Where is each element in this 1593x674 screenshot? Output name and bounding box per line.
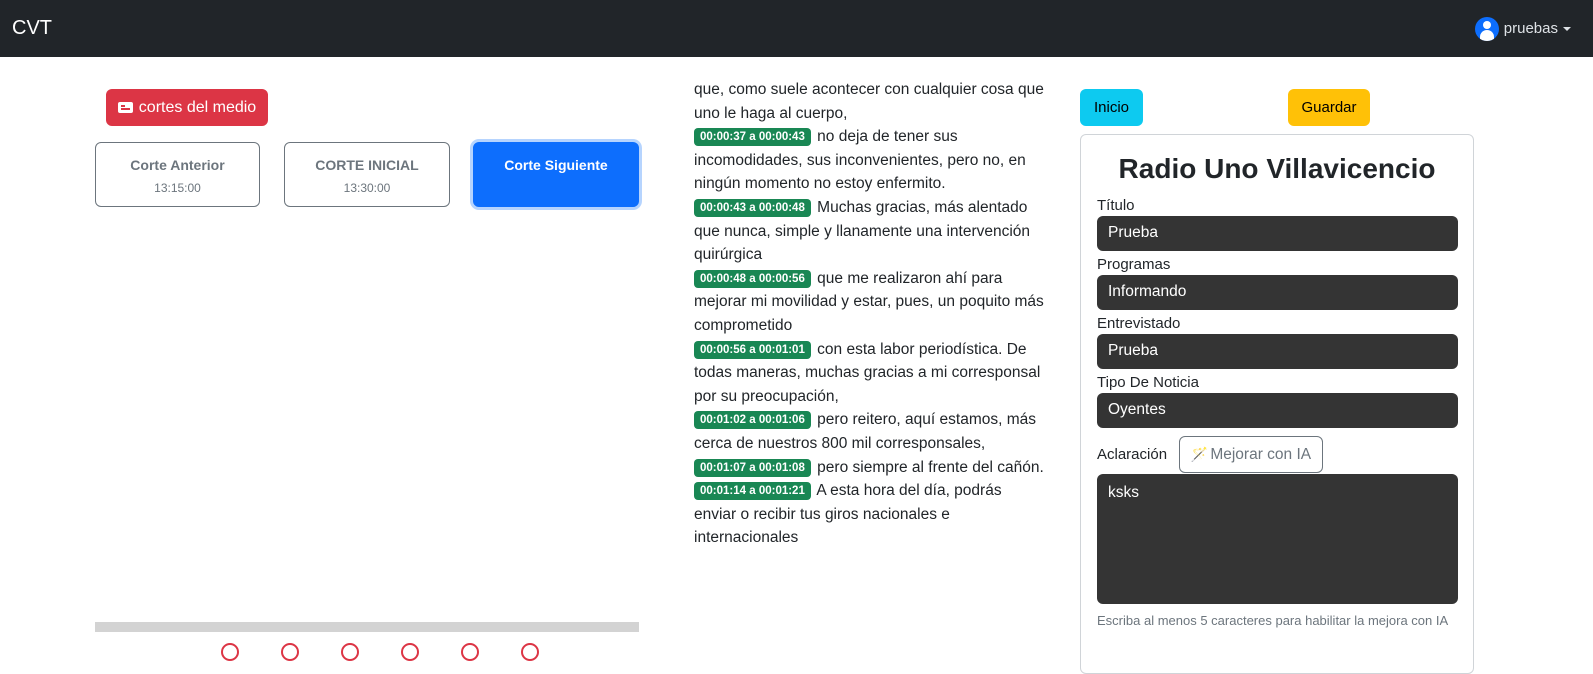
timestamp-badge[interactable]: 00:00:43 a 00:00:48: [694, 198, 811, 217]
transcript-panel[interactable]: que, como suele acontecer con cualquier …: [694, 78, 1044, 562]
corte-time: 13:15:00: [154, 181, 201, 195]
transcript-segment: 00:00:56 a 00:01:01 con esta labor perio…: [694, 338, 1044, 409]
mejorar-label: Mejorar con IA: [1210, 445, 1312, 463]
news-form-card: Radio Uno Villavicencio Título Prueba Pr…: [1080, 134, 1474, 674]
corte-time: 13:30:00: [343, 181, 391, 195]
station-title: Radio Uno Villavicencio: [1118, 153, 1436, 184]
inicio-button[interactable]: Inicio: [1080, 89, 1143, 126]
subtitles-icon: [117, 102, 133, 113]
timestamp-badge[interactable]: 00:01:07 a 00:01:08: [694, 458, 811, 477]
corte-siguiente-button[interactable]: Corte Siguiente: [473, 142, 639, 207]
player-control-button[interactable]: [521, 643, 539, 661]
timestamp-badge[interactable]: 00:00:48 a 00:00:56: [694, 269, 811, 288]
player-control-button[interactable]: [461, 643, 479, 661]
corte-title: Corte Anterior: [130, 157, 225, 173]
transcript-segment: 00:01:14 a 00:01:21 A esta hora del día,…: [694, 479, 1044, 550]
corte-title: CORTE INICIAL: [315, 157, 419, 173]
player-control-button[interactable]: [401, 643, 419, 661]
cortes-label: cortes del medio: [138, 98, 257, 116]
timestamp-badge[interactable]: 00:00:37 a 00:00:43: [694, 128, 811, 147]
magic-wand-icon: 🪄: [1190, 446, 1209, 462]
guardar-button[interactable]: Guardar: [1288, 89, 1370, 126]
transcript-segment: 00:00:37 a 00:00:43 no deja de tener sus…: [694, 125, 1044, 196]
top-navbar: CVT pruebas: [0, 0, 1593, 57]
corte-anterior-button[interactable]: Corte Anterior 13:15:00: [95, 142, 260, 207]
tipo-noticia-select[interactable]: Oyentes: [1097, 393, 1458, 428]
user-menu[interactable]: pruebas: [1474, 16, 1571, 41]
timestamp-badge[interactable]: 00:01:02 a 00:01:06: [694, 411, 811, 430]
transcript-segment: 00:01:07 a 00:01:08 pero siempre al fren…: [694, 456, 1044, 480]
timestamp-badge[interactable]: 00:00:56 a 00:01:01: [694, 340, 811, 359]
entrevistado-field[interactable]: Prueba: [1097, 334, 1458, 369]
chevron-down-icon: [1563, 26, 1571, 31]
transcript-segment: 00:01:02 a 00:01:06 pero reitero, aquí e…: [694, 408, 1044, 455]
programas-label: Programas: [1097, 256, 1171, 273]
corte-inicial-button[interactable]: CORTE INICIAL 13:30:00: [284, 142, 450, 207]
transcript-intro: que, como suele acontecer con cualquier …: [694, 81, 1044, 122]
transcript-segment: 00:00:48 a 00:00:56 que me realizaron ah…: [694, 267, 1044, 338]
audio-progress-bar[interactable]: [95, 622, 639, 632]
help-text: Escriba al menos 5 caracteres para habil…: [1097, 613, 1449, 628]
segment-text: pero siempre al frente del cañón.: [817, 458, 1044, 476]
player-control-button[interactable]: [341, 643, 359, 661]
titulo-field[interactable]: Prueba: [1097, 216, 1458, 251]
player-control-button[interactable]: [281, 643, 299, 661]
mejorar-con-ia-button[interactable]: 🪄 Mejorar con IA: [1179, 436, 1323, 473]
brand-logo[interactable]: CVT: [12, 17, 52, 40]
transcript-segment: 00:00:43 a 00:00:48 Muchas gracias, más …: [694, 196, 1044, 267]
aclaracion-label: Aclaración: [1097, 446, 1168, 463]
corte-title: Corte Siguiente: [504, 157, 608, 173]
programas-select[interactable]: Informando: [1097, 275, 1458, 310]
timestamp-badge[interactable]: 00:01:14 a 00:01:21: [694, 482, 811, 501]
entrevistado-label: Entrevistado: [1097, 315, 1181, 332]
cortes-del-medio-button[interactable]: cortes del medio: [106, 89, 268, 126]
player-control-button[interactable]: [221, 643, 239, 661]
aclaracion-textarea[interactable]: ksks: [1097, 474, 1458, 604]
user-avatar-icon: [1474, 16, 1499, 41]
titulo-label: Título: [1097, 197, 1135, 214]
tipo-noticia-label: Tipo De Noticia: [1097, 374, 1199, 391]
user-name: pruebas: [1503, 20, 1558, 37]
